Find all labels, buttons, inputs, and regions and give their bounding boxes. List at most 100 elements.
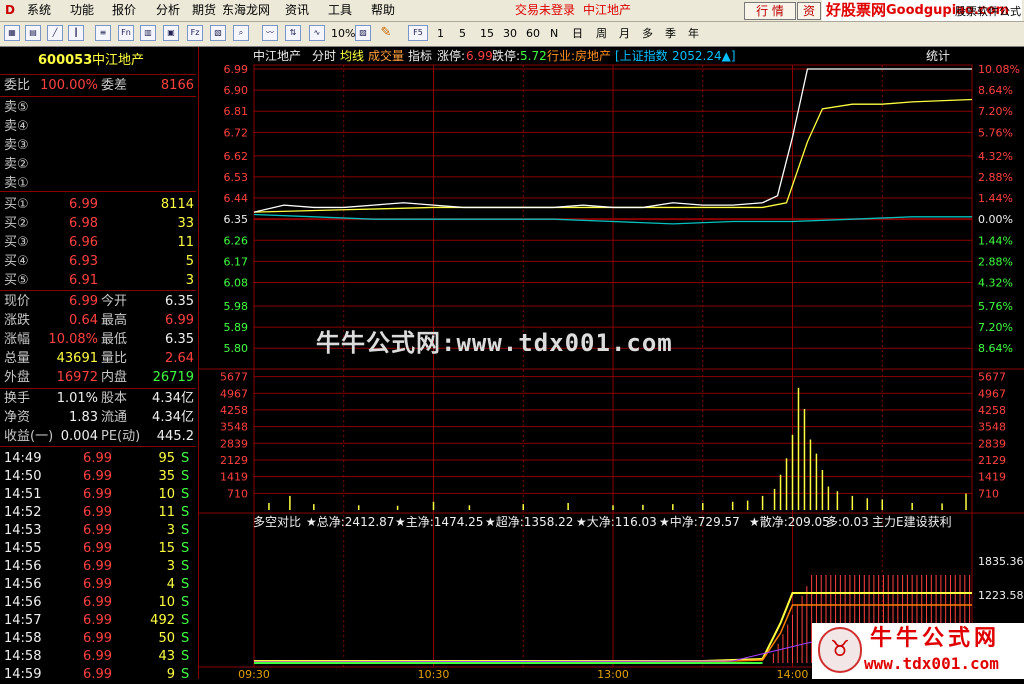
tick-price: 6.99 (83, 451, 112, 466)
tick-price: 6.99 (83, 649, 112, 664)
volume-tick-label: 2839 (978, 437, 1006, 450)
period-quarter[interactable]: 季 (665, 27, 676, 41)
price-tick-label: 6.62 (224, 150, 249, 163)
app-logo-icon[interactable]: D (3, 3, 17, 17)
divider (0, 191, 196, 192)
tick-volume: 43 (158, 649, 175, 664)
period-15min[interactable]: 15 (480, 27, 494, 41)
period-day[interactable]: 日 (572, 27, 583, 41)
time-tick-label: 10:30 (418, 668, 450, 679)
period-30min[interactable]: 30 (503, 27, 517, 41)
tick-time: 14:59 (4, 667, 42, 682)
tick-volume: 10 (158, 595, 175, 610)
chart-mode-indicator[interactable]: 指标 (408, 47, 432, 65)
period-month[interactable]: 月 (619, 27, 630, 41)
toolbar-percent-label[interactable]: 10% (331, 27, 355, 41)
toolbar-calc-icon[interactable]: ▧ (210, 25, 226, 41)
chart-stock-name: 中江地产 (253, 49, 302, 63)
info-tab-button[interactable]: 资 (797, 2, 821, 20)
tick-price: 6.99 (83, 487, 112, 502)
buy-price: 6.98 (69, 216, 98, 231)
menu-item-quote[interactable]: 报价 (112, 3, 136, 18)
tick-time: 14:56 (4, 577, 42, 592)
period-1min[interactable]: 1 (437, 27, 444, 41)
menu-item-system[interactable]: 系统 (27, 3, 51, 18)
index-value: 2052.24▲] (672, 49, 736, 63)
stock-code: 600053 (38, 53, 93, 68)
toolbar-f5-button[interactable]: F5 (408, 25, 428, 41)
toolbar-search-icon[interactable]: ⌕ (233, 25, 249, 41)
quote-tab-button[interactable]: 行 情 (744, 2, 796, 20)
chart-mode-avg[interactable]: 均线 (340, 47, 364, 65)
toolbar-indicator-icon[interactable]: ▨ (355, 25, 371, 41)
stock-name: 中江地产 (92, 53, 145, 68)
tick-row: 14:59 6.99 9 S (0, 665, 196, 684)
buy-level-label: 买③ (4, 235, 29, 250)
toolbar-compare-icon[interactable]: ⇅ (285, 25, 301, 41)
period-year[interactable]: 年 (688, 27, 699, 41)
toolbar-formula-icon[interactable]: Fz (187, 25, 203, 41)
menu-item-donghai[interactable]: 东海龙网 (222, 3, 270, 18)
menu-item-news[interactable]: 资讯 (285, 3, 309, 18)
limit-up-label: 涨停: (437, 49, 466, 63)
toolbar-fn-icon[interactable]: Fn (118, 25, 134, 41)
indicator-name[interactable]: 多空对比 (253, 513, 301, 531)
period-5min[interactable]: 5 (459, 27, 466, 41)
stat-button[interactable]: 统计 (926, 47, 950, 65)
price-tick-label: 6.35 (224, 213, 249, 226)
stat-label: 股本 (101, 391, 128, 406)
chart-mode-volume[interactable]: 成交量 (368, 47, 404, 65)
volume-tick-label: 3548 (978, 421, 1006, 434)
tick-price: 6.99 (83, 559, 112, 574)
tick-time: 14:56 (4, 595, 42, 610)
buy-volume: 5 (185, 254, 194, 269)
divider (0, 290, 196, 291)
price-tick-label: 6.26 (224, 234, 249, 247)
chart-canvas[interactable]: 6.99 10.08%6.90 8.64%6.81 7.20%6.72 5.76%6.6… (198, 47, 1024, 679)
toolbar-table-icon[interactable]: ≡ (95, 25, 111, 41)
toolbar-report-icon[interactable]: ▣ (163, 25, 179, 41)
indicator-retail-net: ★散净:209.05 (749, 515, 830, 529)
intraday-chart[interactable]: 6.99 10.08% 6.90 8.64% 6.81 7.20% 6.72 5.76% 6.6… (198, 47, 1024, 679)
price-tick-label: 6.17 (224, 255, 249, 268)
menu-bar: D 系统 功能 报价 分析 期货 东海龙网 资讯 工具 帮助 交易未登录 中江地… (0, 0, 1024, 22)
tick-time: 14:49 (4, 451, 42, 466)
chart-mode-intraday[interactable]: 分时 (312, 47, 336, 65)
buy-level-label: 买② (4, 216, 29, 231)
indicator-header: 多空对比 ★总净:2412.87 ★主净:1474.25 ★超净:1358.22… (198, 513, 974, 531)
toolbar-list-icon[interactable]: ▤ (25, 25, 41, 41)
weibi-label: 委比 (4, 78, 31, 93)
price-tick-label: 6.72 (224, 126, 249, 139)
price-tick-label: 6.81 (224, 105, 249, 118)
menu-item-analysis[interactable]: 分析 (156, 3, 180, 18)
stat-value: 1.01% (56, 391, 98, 406)
toolbar-trend-icon[interactable]: 〰 (262, 25, 278, 41)
tick-volume: 4 (166, 577, 175, 592)
tick-side: S (181, 595, 190, 610)
pct-tick-label: 8.64% (978, 342, 1013, 355)
menu-item-tools[interactable]: 工具 (328, 3, 352, 18)
price-tick-label: 6.44 (224, 192, 249, 205)
period-week[interactable]: 周 (596, 27, 607, 41)
toolbar-doc-icon[interactable]: ▥ (140, 25, 156, 41)
toolbar-pencil-icon[interactable]: ✎ (378, 25, 394, 41)
buy-order-row: 买③ 6.96 11 (0, 233, 196, 252)
toolbar-wave-icon[interactable]: ∿ (309, 25, 325, 41)
period-n[interactable]: N (550, 27, 558, 41)
stat-value: 0.004 (60, 429, 98, 444)
menu-item-function[interactable]: 功能 (70, 3, 94, 18)
menu-item-futures[interactable]: 期货 (192, 3, 216, 18)
tick-side: S (181, 631, 190, 646)
stat-value: 6.99 (165, 313, 194, 328)
toolbar-grid-icon[interactable]: ▦ (4, 25, 20, 41)
period-60min[interactable]: 60 (526, 27, 540, 41)
trade-login-status[interactable]: 交易未登录 (515, 3, 575, 18)
toolbar-kline-icon[interactable]: ┃ (68, 25, 84, 41)
menu-item-help[interactable]: 帮助 (371, 3, 395, 18)
price-tick-label: 5.80 (224, 342, 249, 355)
period-multi[interactable]: 多 (642, 27, 653, 41)
stat-value: 0.64 (69, 313, 98, 328)
tick-side: S (181, 523, 190, 538)
toolbar-line-chart-icon[interactable]: ╱ (47, 25, 63, 41)
stat-row: 总量 43691 量比 2.64 (0, 349, 196, 368)
